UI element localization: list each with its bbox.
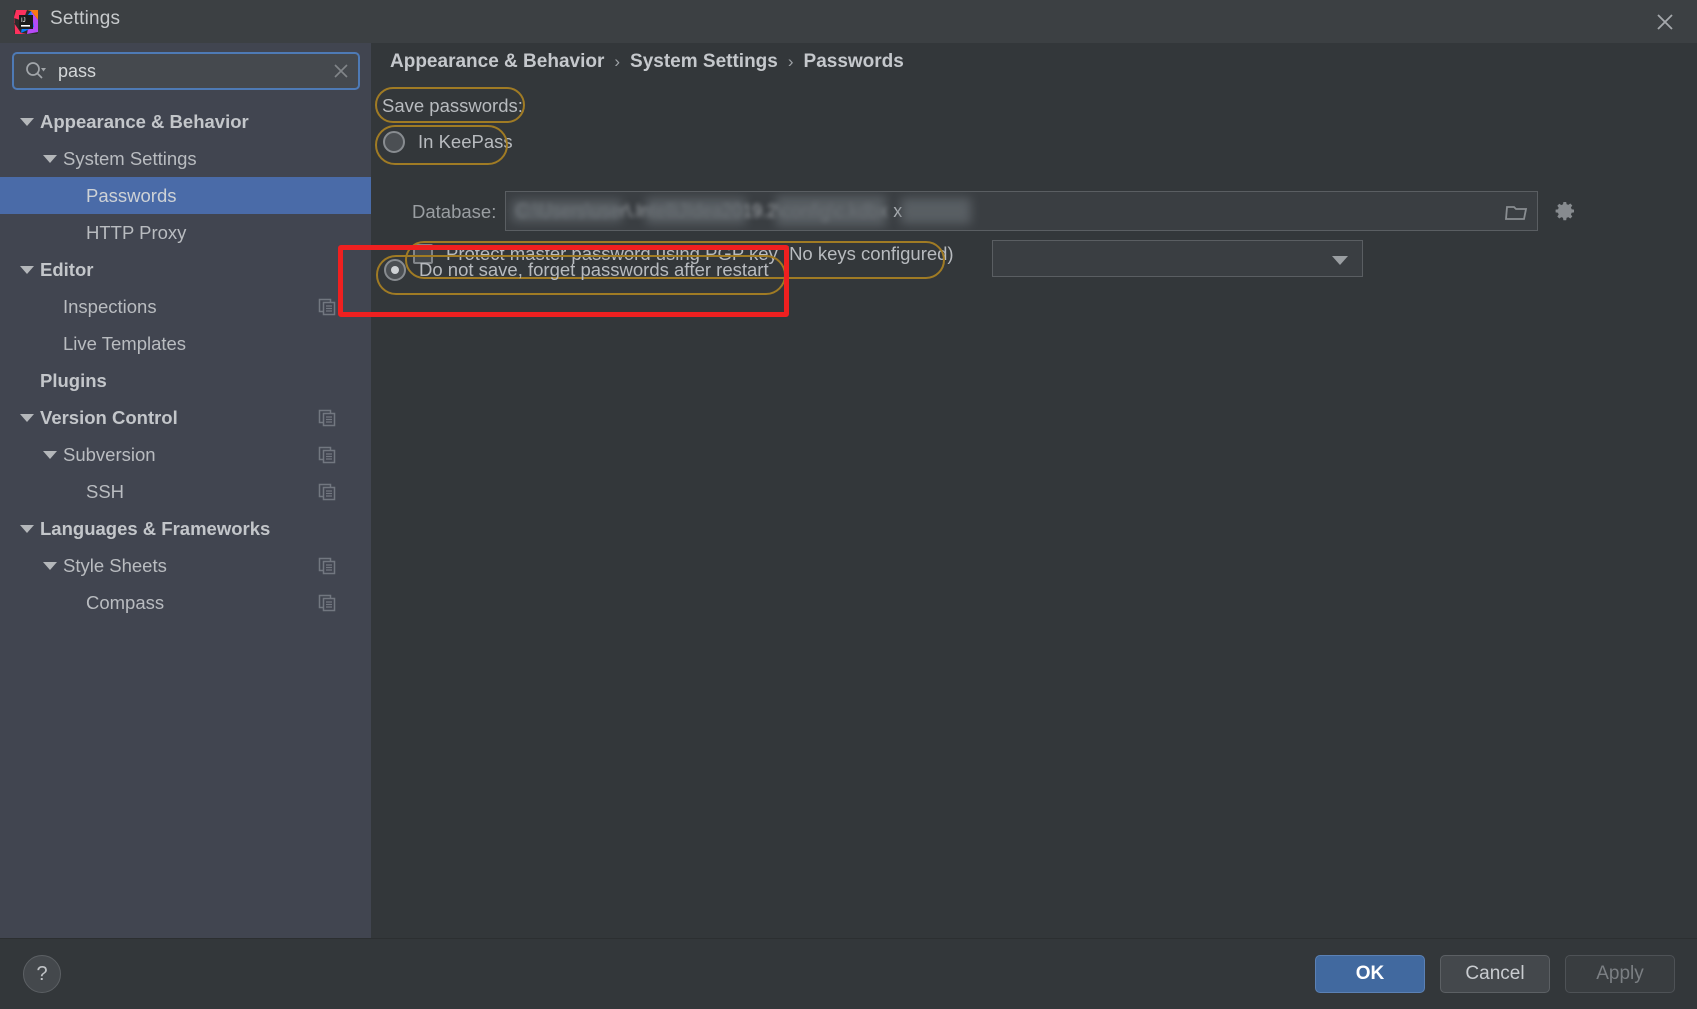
radio-indicator xyxy=(384,259,406,281)
close-icon[interactable] xyxy=(1633,0,1697,43)
sidebar-item-editor[interactable]: Editor xyxy=(0,251,371,288)
settings-sidebar: Appearance & Behavior System Settings Pass… xyxy=(0,43,371,938)
copy-settings-icon[interactable] xyxy=(318,557,336,575)
gear-icon[interactable] xyxy=(1553,199,1577,223)
help-button[interactable]: ? xyxy=(23,955,61,993)
chevron-down-icon[interactable] xyxy=(43,559,57,573)
breadcrumb: Appearance & Behavior › System Settings … xyxy=(390,51,904,73)
sidebar-item-ssh[interactable]: SSH xyxy=(0,473,371,510)
svg-text:IJ: IJ xyxy=(21,18,26,24)
copy-settings-icon[interactable] xyxy=(318,483,336,501)
sidebar-item-compass[interactable]: Compass xyxy=(0,584,371,621)
sidebar-item-label: SSH xyxy=(86,480,125,502)
page-title: Settings xyxy=(50,8,121,29)
chevron-down-icon[interactable] xyxy=(20,522,34,536)
intellij-idea-icon: IJ xyxy=(13,9,39,35)
apply-button[interactable]: Apply xyxy=(1565,955,1675,993)
cancel-button[interactable]: Cancel xyxy=(1440,955,1550,993)
chevron-down-icon[interactable] xyxy=(43,448,57,462)
sidebar-item-label: Languages & Frameworks xyxy=(40,517,271,539)
copy-settings-icon[interactable] xyxy=(318,409,336,427)
sidebar-item-languages-frameworks[interactable]: Languages & Frameworks xyxy=(0,510,371,547)
sidebar-item-live-templates[interactable]: Live Templates xyxy=(0,325,371,362)
copy-settings-icon[interactable] xyxy=(318,446,336,464)
pgp-key-select[interactable] xyxy=(992,240,1363,277)
radio-do-not-save[interactable]: Do not save, forget passwords after rest… xyxy=(384,259,769,281)
sidebar-item-http-proxy[interactable]: HTTP Proxy xyxy=(0,214,371,251)
breadcrumb-item-1[interactable]: System Settings xyxy=(630,51,778,73)
chevron-down-icon[interactable] xyxy=(20,263,34,277)
sidebar-item-label: Version Control xyxy=(40,406,178,428)
search-icon xyxy=(24,60,46,82)
clear-icon[interactable] xyxy=(324,54,358,88)
sidebar-item-version-control[interactable]: Version Control xyxy=(0,399,371,436)
radio-in-keepass-label: In KeePass xyxy=(418,131,513,152)
sidebar-item-inspections[interactable]: Inspections xyxy=(0,288,371,325)
copy-settings-icon[interactable] xyxy=(318,594,336,612)
chevron-down-icon[interactable] xyxy=(20,411,34,425)
sidebar-item-passwords[interactable]: Passwords xyxy=(0,177,371,214)
folder-icon[interactable] xyxy=(1505,201,1529,223)
chevron-down-icon xyxy=(1332,256,1348,265)
database-path-field[interactable]: C:\Users\user\.IntelliJIdea2019.2\config… xyxy=(505,191,1538,231)
sidebar-item-label: Subversion xyxy=(63,443,156,465)
sidebar-item-system-settings[interactable]: System Settings xyxy=(0,140,371,177)
sidebar-item-label: System Settings xyxy=(63,147,197,169)
window-title-bar: IJ Settings xyxy=(0,0,1697,43)
radio-do-not-save-label: Do not save, forget passwords after rest… xyxy=(419,259,769,280)
search-field[interactable] xyxy=(12,52,360,90)
dialog-footer: ? OK Cancel Apply xyxy=(0,938,1697,1009)
settings-tree: Appearance & Behavior System Settings Pass… xyxy=(0,103,371,621)
breadcrumb-item-0[interactable]: Appearance & Behavior xyxy=(390,51,604,73)
sidebar-item-appearance-behavior[interactable]: Appearance & Behavior xyxy=(0,103,371,140)
radio-in-keepass[interactable]: In KeePass xyxy=(383,131,513,153)
sidebar-item-label: Live Templates xyxy=(63,332,187,354)
chevron-down-icon[interactable] xyxy=(43,152,57,166)
database-row: Database: C:\Users\user\.IntelliJIdea201… xyxy=(371,191,1697,233)
sidebar-item-style-sheets[interactable]: Style Sheets xyxy=(0,547,371,584)
sidebar-item-label: Appearance & Behavior xyxy=(40,110,249,132)
breadcrumb-item-2: Passwords xyxy=(803,51,904,72)
ok-button[interactable]: OK xyxy=(1315,955,1425,993)
breadcrumb-separator: › xyxy=(614,52,621,71)
sidebar-item-label: Passwords xyxy=(86,184,177,206)
sidebar-item-label: Plugins xyxy=(40,369,107,391)
save-passwords-label: Save passwords: xyxy=(382,95,523,116)
settings-main-panel: Appearance & Behavior › System Settings … xyxy=(338,43,1697,938)
chevron-down-icon[interactable] xyxy=(20,115,34,129)
sidebar-item-label: Style Sheets xyxy=(63,554,167,576)
sidebar-item-label: HTTP Proxy xyxy=(86,221,187,243)
database-label: Database: xyxy=(412,201,497,222)
copy-settings-icon[interactable] xyxy=(318,298,336,316)
breadcrumb-separator: › xyxy=(787,52,794,71)
sidebar-item-label: Inspections xyxy=(63,295,157,317)
sidebar-item-subversion[interactable]: Subversion xyxy=(0,436,371,473)
search-input[interactable] xyxy=(58,60,324,82)
sidebar-item-label: Editor xyxy=(40,258,94,280)
sidebar-item-plugins[interactable]: Plugins xyxy=(0,362,371,399)
sidebar-item-label: Compass xyxy=(86,591,165,613)
radio-indicator xyxy=(383,131,405,153)
